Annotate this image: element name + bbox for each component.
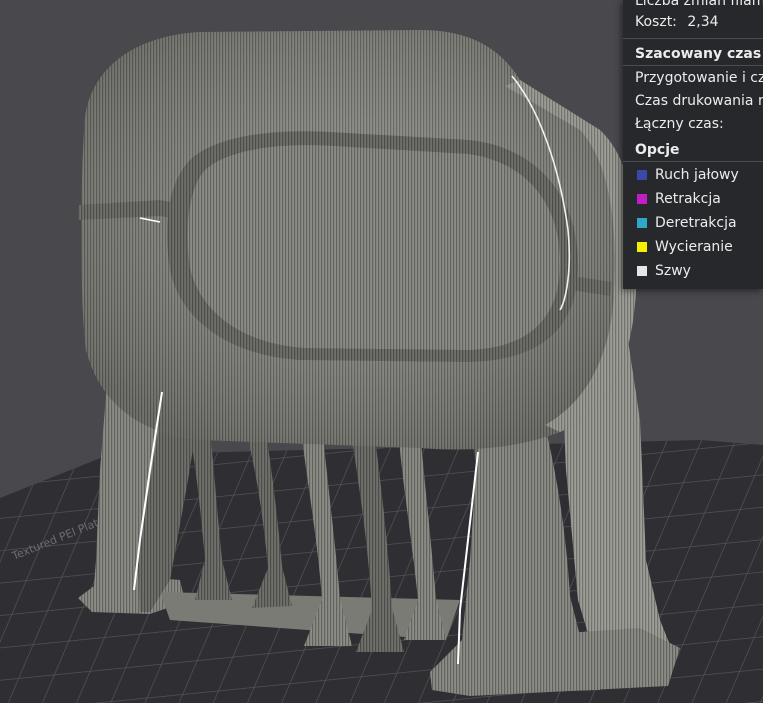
legend-label: Ruch jałowy [655, 167, 739, 183]
total-time-label: Łączny czas: [635, 116, 724, 132]
prepare-time-label: Przygotowanie i cz [635, 70, 763, 86]
seams-color-swatch [637, 266, 647, 276]
wipe-color-swatch [637, 242, 647, 252]
travel-color-swatch [637, 170, 647, 180]
sliced-model-preview [78, 30, 680, 696]
retraction-color-swatch [637, 194, 647, 204]
print-time-label: Czas drukowania n [635, 93, 763, 109]
filament-changes-label: Liczba zmian filam [635, 0, 763, 9]
divider [623, 161, 763, 162]
divider [623, 38, 763, 39]
cost-value: 2,34 [687, 14, 719, 30]
legend-label: Szwy [655, 263, 691, 279]
estimated-time-heading: Szacowany czas [635, 46, 762, 62]
deretraction-color-swatch [637, 218, 647, 228]
divider [623, 65, 763, 66]
cost-row: Koszt: 2,34 [635, 13, 719, 31]
cost-label: Koszt: [635, 14, 677, 30]
legend-label: Deretrakcja [655, 215, 737, 231]
options-heading: Opcje [635, 142, 680, 158]
slice-stats-panel: Liczba zmian filam Koszt: 2,34 Szacowany… [623, 0, 763, 289]
legend-label: Retrakcja [655, 191, 721, 207]
legend-label: Wycieranie [655, 239, 733, 255]
